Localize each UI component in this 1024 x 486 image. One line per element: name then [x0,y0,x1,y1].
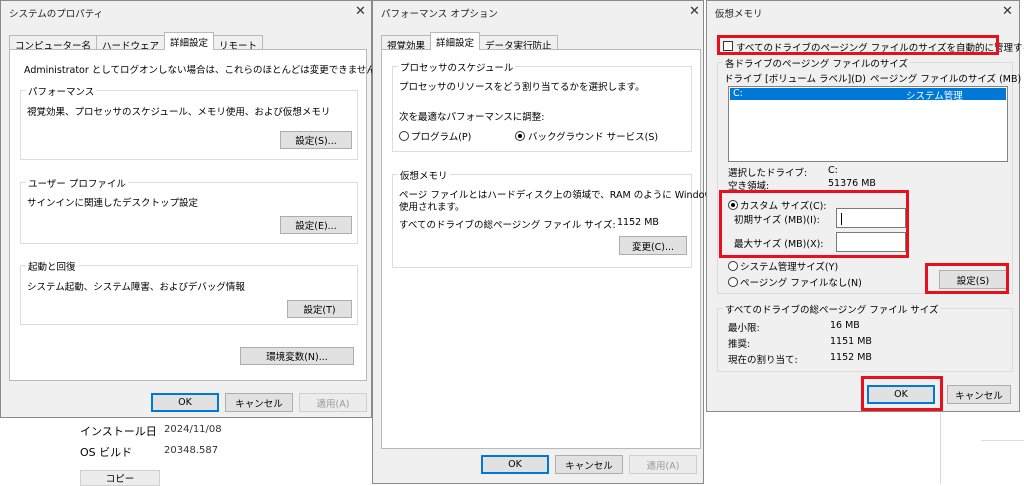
recommended-value: 1151 MB [830,336,872,347]
col-size-header: ページング ファイルのサイズ (MB) [870,74,1022,85]
tab-advanced[interactable]: 詳細設定 [430,32,481,50]
drive-list[interactable]: C: システム管理 [728,86,1008,162]
close-icon[interactable]: ✕ [689,5,700,18]
ok-button[interactable]: OK [151,393,219,412]
tab-visual-effects[interactable]: 視覚効果 [381,35,432,52]
selected-drive-value: C: [828,165,838,176]
radio-background-services[interactable] [515,131,525,141]
virtual-memory-label: 仮想メモリ [398,168,450,182]
radio-program-label[interactable]: プログラム(P) [411,129,471,143]
window-title: 仮想メモリ [715,9,763,20]
apply-button[interactable]: 適用(A) [629,455,697,474]
admin-note: Administrator としてログオンしない場合は、これらのほとんどは変更で… [24,65,386,76]
adjust-label: 次を最適なパフォーマンスに調整: [399,112,545,123]
apply-button[interactable]: 適用(A) [299,393,367,412]
startup-recovery-desc: システム起動、システム障害、およびデバッグ情報 [27,282,245,293]
tab-computer-name[interactable]: コンピューター名 [9,35,98,52]
user-profile-group: ユーザー プロファイル サインインに関連したデスクトップ設定 設定(E)... [20,176,358,244]
tab-advanced[interactable]: 詳細設定 [164,32,215,50]
processor-scheduling-desc: プロセッサのリソースをどう割り当てるかを選択します。 [399,82,645,93]
min-value: 16 MB [830,320,860,331]
total-paging-label: すべてのドライブの総ページング ファイル サイズ: [399,220,616,231]
performance-label: パフォーマンス [26,84,97,98]
tab-remote[interactable]: リモート [213,35,264,52]
background-divider [981,440,1024,441]
highlight-set-button [925,263,1009,294]
processor-scheduling-group: プロセッサのスケジュール プロセッサのリソースをどう割り当てるかを選択します。 … [392,60,692,152]
drive-row-c[interactable]: C: システム管理 [730,88,1006,102]
current-value: 1152 MB [830,352,872,363]
col-drive-header: ドライブ [ボリューム ラベル](D) [724,74,866,85]
cancel-button[interactable]: キャンセル [947,385,1011,404]
startup-settings-button[interactable]: 設定(T) [287,300,352,318]
close-icon[interactable]: ✕ [355,5,366,18]
os-build-label: OS ビルド [80,446,133,459]
startup-recovery-label: 起動と回復 [26,259,78,273]
total-paging-value: 1152 MB [617,217,659,228]
install-date-label: インストール日 [80,425,157,438]
performance-desc: 視覚効果、プロセッサのスケジュール、メモリ使用、および仮想メモリ [27,107,331,118]
virtual-memory-desc-2: 使用されます。 [399,202,465,213]
virtual-memory-group: 仮想メモリ ページ ファイルとはハードディスク上の領域で、RAM のように Wi… [392,168,730,268]
drive-paging-size: システム管理 [906,91,963,102]
selected-drive-label: 選択したドライブ: [728,168,808,179]
user-profile-desc: サインインに関連したデスクトップ設定 [27,198,199,209]
processor-scheduling-label: プロセッサのスケジュール [398,60,516,74]
highlight-custom-size [719,190,909,258]
window-title: パフォーマンス オプション [381,9,498,20]
ok-button[interactable]: OK [481,455,549,474]
recommended-label: 推奨: [728,339,751,350]
total-paging-group: すべてのドライブの総ページング ファイル サイズ 最小限: 16 MB 推奨: … [717,302,1013,372]
tab-strip: 視覚効果 詳細設定 データ実行防止 [381,32,558,52]
highlight-auto-manage [717,35,999,55]
system-managed-label[interactable]: システム管理サイズ(Y) [740,259,838,273]
os-build-value: 20348.587 [164,445,219,456]
no-paging-label[interactable]: ページング ファイルなし(N) [740,275,862,289]
radio-program[interactable] [399,131,409,141]
paging-size-label: 各ドライブのページング ファイルのサイズ [723,56,911,70]
advanced-tab-panel: Administrator としてログオンしない場合は、これらのほとんどは変更で… [9,49,385,381]
cancel-button[interactable]: キャンセル [555,455,623,474]
performance-options-window: パフォーマンス オプション ✕ 視覚効果 詳細設定 データ実行防止 プロセッサの… [372,0,730,484]
user-profile-settings-button[interactable]: 設定(E)... [280,216,352,234]
performance-group: パフォーマンス 視覚効果、プロセッサのスケジュール、メモリ使用、および仮想メモリ… [20,84,358,160]
free-space-value: 51376 MB [828,178,876,189]
window-title: システムのプロパティ [9,9,104,20]
change-button[interactable]: 変更(C)... [619,236,687,255]
paging-size-group: 各ドライブのページング ファイルのサイズ ドライブ [ボリューム ラベル](D)… [717,56,1021,294]
radio-system-managed[interactable] [728,261,738,271]
radio-no-paging[interactable] [728,277,738,287]
user-profile-label: ユーザー プロファイル [26,176,128,190]
virtual-memory-window: 仮想メモリ ✕ すべてのドライブのページング ファイルのサイズを自動的に管理する… [706,0,1024,412]
current-label: 現在の割り当て: [728,355,798,366]
startup-recovery-group: 起動と回復 システム起動、システム障害、およびデバッグ情報 設定(T) [20,259,358,325]
system-properties-window: システムのプロパティ ✕ コンピューター名 ハードウェア 詳細設定 リモート A… [0,0,385,418]
tab-strip: コンピューター名 ハードウェア 詳細設定 リモート [9,32,264,52]
cancel-button[interactable]: キャンセル [225,393,293,412]
tab-dep[interactable]: データ実行防止 [479,35,558,52]
radio-background-label[interactable]: バックグラウンド サービス(S) [528,129,658,143]
tab-hardware[interactable]: ハードウェア [96,35,166,52]
total-paging-label: すべてのドライブの総ページング ファイル サイズ [723,302,941,316]
install-date-value: 2024/11/08 [164,424,222,435]
background-system-info: インストール日 2024/11/08 OS ビルド 20348.587 コピー [0,415,380,486]
highlight-ok-button [861,376,943,411]
drive-letter: C: [733,88,743,99]
min-label: 最小限: [728,323,760,334]
advanced-tab-panel: プロセッサのスケジュール プロセッサのリソースをどう割り当てるかを選択します。 … [381,49,730,449]
close-icon[interactable]: ✕ [1002,5,1013,18]
environment-variables-button[interactable]: 環境変数(N)... [240,347,354,365]
performance-settings-button[interactable]: 設定(S)... [280,131,352,149]
